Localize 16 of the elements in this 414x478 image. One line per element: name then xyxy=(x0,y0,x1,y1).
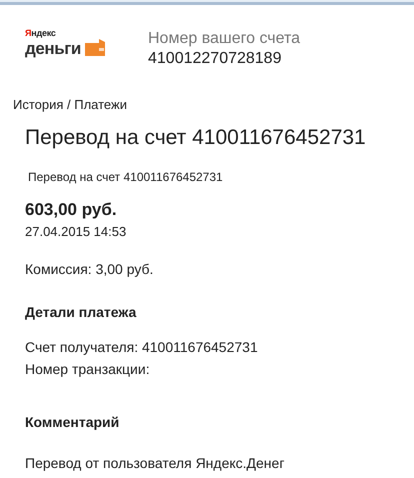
logo-brand-bottom: деньги xyxy=(25,40,81,57)
payment-amount: 603,00 руб. xyxy=(25,198,117,220)
page-title: Перевод на счет 410011676452731 xyxy=(25,125,366,151)
payment-subtitle: Перевод на счет 410011676452731 xyxy=(28,168,223,186)
comment-heading: Комментарий xyxy=(25,412,120,432)
breadcrumb: История / Платежи xyxy=(13,97,127,112)
wallet-icon xyxy=(84,39,107,56)
account-label: Номер вашего счета xyxy=(148,29,300,49)
detail-line: Счет получателя: 410011676452731 xyxy=(25,338,258,357)
detail-line: Номер транзакции: xyxy=(25,360,151,379)
comment-text: Перевод от пользователя Яндекс.Денег xyxy=(25,454,284,473)
payment-datetime: 27.04.2015 14:53 xyxy=(25,223,126,241)
details-heading: Детали платежа xyxy=(25,302,136,322)
commission-text: Комиссия: 3,00 руб. xyxy=(25,260,154,279)
logo-brand-top: Яндекс xyxy=(25,29,57,38)
account-number: 410012270728189 xyxy=(148,49,282,69)
